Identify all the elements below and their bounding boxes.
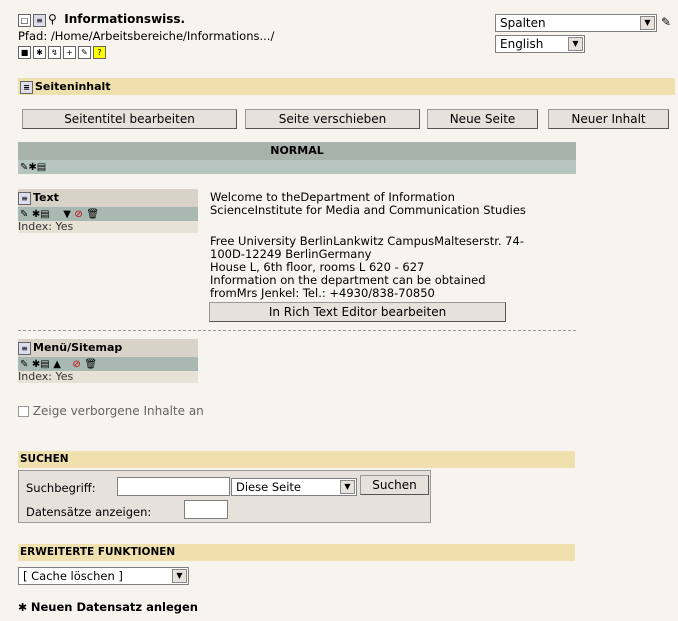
- language-select[interactable]: English ▼: [495, 35, 585, 53]
- records-label: Datensätze anzeigen:: [26, 505, 152, 519]
- new-after-icon[interactable]: ✱▤: [32, 209, 50, 220]
- list-view-icon[interactable]: ≡: [33, 13, 46, 27]
- new-content-icon[interactable]: ✱: [33, 45, 46, 59]
- edit-icon[interactable]: ✎: [20, 359, 28, 370]
- content-section-title: Seiteninhalt: [35, 80, 111, 93]
- content-icon: ≡: [20, 80, 33, 94]
- edit-icon[interactable]: ✎: [78, 45, 91, 59]
- new-page-button[interactable]: Neue Seite: [427, 109, 538, 129]
- search-button[interactable]: Suchen: [360, 475, 429, 495]
- new-page-icon[interactable]: +: [63, 45, 76, 59]
- text-element-index: Index: Yes: [18, 221, 198, 233]
- text-line-2: ScienceInstitute for Media and Communica…: [210, 203, 526, 217]
- breadcrumb-path: Pfad: /Home/Arbeitsbereiche/Informations…: [18, 29, 275, 43]
- search-section-header: SUCHEN: [18, 451, 575, 468]
- chevron-down-icon[interactable]: ▼: [568, 37, 583, 51]
- search-scope-select[interactable]: Diese Seite ▼: [231, 478, 357, 496]
- new-record-icon[interactable]: ✱: [18, 601, 27, 614]
- cache-select[interactable]: [ Cache löschen ] ▼: [18, 567, 189, 585]
- text-element-title: Text: [33, 191, 59, 204]
- new-record-row[interactable]: ✱ Neuen Datensatz anlegen: [18, 600, 198, 614]
- menu-element-toolbar: ✎ ✱▤ ▲ ⊘ 🗑: [18, 357, 198, 371]
- move-page-button[interactable]: Seite verschieben: [245, 109, 420, 129]
- pencil-icon[interactable]: ✎: [661, 15, 671, 29]
- chevron-down-icon[interactable]: ▼: [340, 480, 355, 494]
- new-record-link[interactable]: Neuen Datensatz anlegen: [31, 600, 198, 614]
- search-term-label: Suchbegriff:: [26, 481, 96, 495]
- text-line-7: fromMrs Jenkel: Tel.: +4930/838-70850: [210, 286, 435, 300]
- chevron-down-icon[interactable]: ▼: [640, 16, 655, 30]
- show-hidden-checkbox[interactable]: [18, 406, 29, 417]
- new-after-icon[interactable]: ✱▤: [32, 359, 50, 370]
- move-down-icon[interactable]: ▼: [63, 209, 71, 220]
- show-hidden-row: Zeige verborgene Inhalte an: [18, 404, 204, 418]
- show-hidden-label: Zeige verborgene Inhalte an: [32, 404, 204, 418]
- help-icon[interactable]: ?: [93, 45, 106, 59]
- menu-element-icon: ≡: [18, 341, 31, 355]
- new-element-icon[interactable]: ✱▤: [28, 162, 46, 173]
- text-element-header: ≡ Text: [18, 189, 198, 207]
- column-header: NORMAL: [18, 142, 576, 160]
- header-icons-row: □ ≡ ⚲ Informationswiss.: [18, 12, 185, 27]
- edit-icon[interactable]: ✎: [20, 209, 28, 220]
- page-title: Informationswiss.: [64, 12, 186, 26]
- delete-icon[interactable]: 🗑: [86, 209, 99, 220]
- chevron-down-icon[interactable]: ▼: [172, 569, 187, 583]
- new-content-button[interactable]: Neuer Inhalt: [548, 109, 669, 129]
- hide-icon[interactable]: ⊘: [74, 209, 82, 220]
- cache-select-value: [ Cache löschen ]: [23, 569, 123, 583]
- advanced-section-header: ERWEITERTE FUNKTIONEN: [18, 544, 575, 561]
- move-up-icon[interactable]: ▲: [53, 359, 61, 370]
- search-icon[interactable]: ⚲: [48, 12, 57, 26]
- move-page-icon[interactable]: ↯: [48, 45, 61, 59]
- delete-icon[interactable]: 🗑: [84, 359, 97, 370]
- view-mode-value: Spalten: [500, 16, 546, 30]
- text-element-toolbar: ✎ ✱▤ ▼ ⊘ 🗑: [18, 207, 198, 221]
- column-toolbar: ✎✱▤: [18, 160, 576, 174]
- menu-element-header: ≡ Menü/Sitemap: [18, 339, 198, 357]
- records-input[interactable]: [184, 500, 228, 519]
- hide-icon[interactable]: ⊘: [72, 359, 80, 370]
- page-icon: □: [18, 13, 31, 27]
- edit-page-title-button[interactable]: Seitentitel bearbeiten: [22, 109, 237, 129]
- text-element-icon: ≡: [18, 191, 31, 205]
- language-value: English: [500, 37, 544, 51]
- search-scope-value: Diese Seite: [236, 480, 302, 494]
- view-mode-select[interactable]: Spalten ▼: [495, 14, 657, 32]
- rich-text-editor-button[interactable]: In Rich Text Editor bearbeiten: [209, 302, 506, 322]
- menu-element-index: Index: Yes: [18, 371, 198, 383]
- header-toolbar: ■ ✱ ↯ + ✎?: [18, 45, 108, 59]
- element-divider: [18, 330, 576, 331]
- search-input[interactable]: [117, 477, 230, 496]
- menu-element-title: Menü/Sitemap: [33, 341, 123, 354]
- content-section-header: ≡ Seiteninhalt: [18, 78, 675, 95]
- view-page-icon[interactable]: ■: [18, 45, 31, 59]
